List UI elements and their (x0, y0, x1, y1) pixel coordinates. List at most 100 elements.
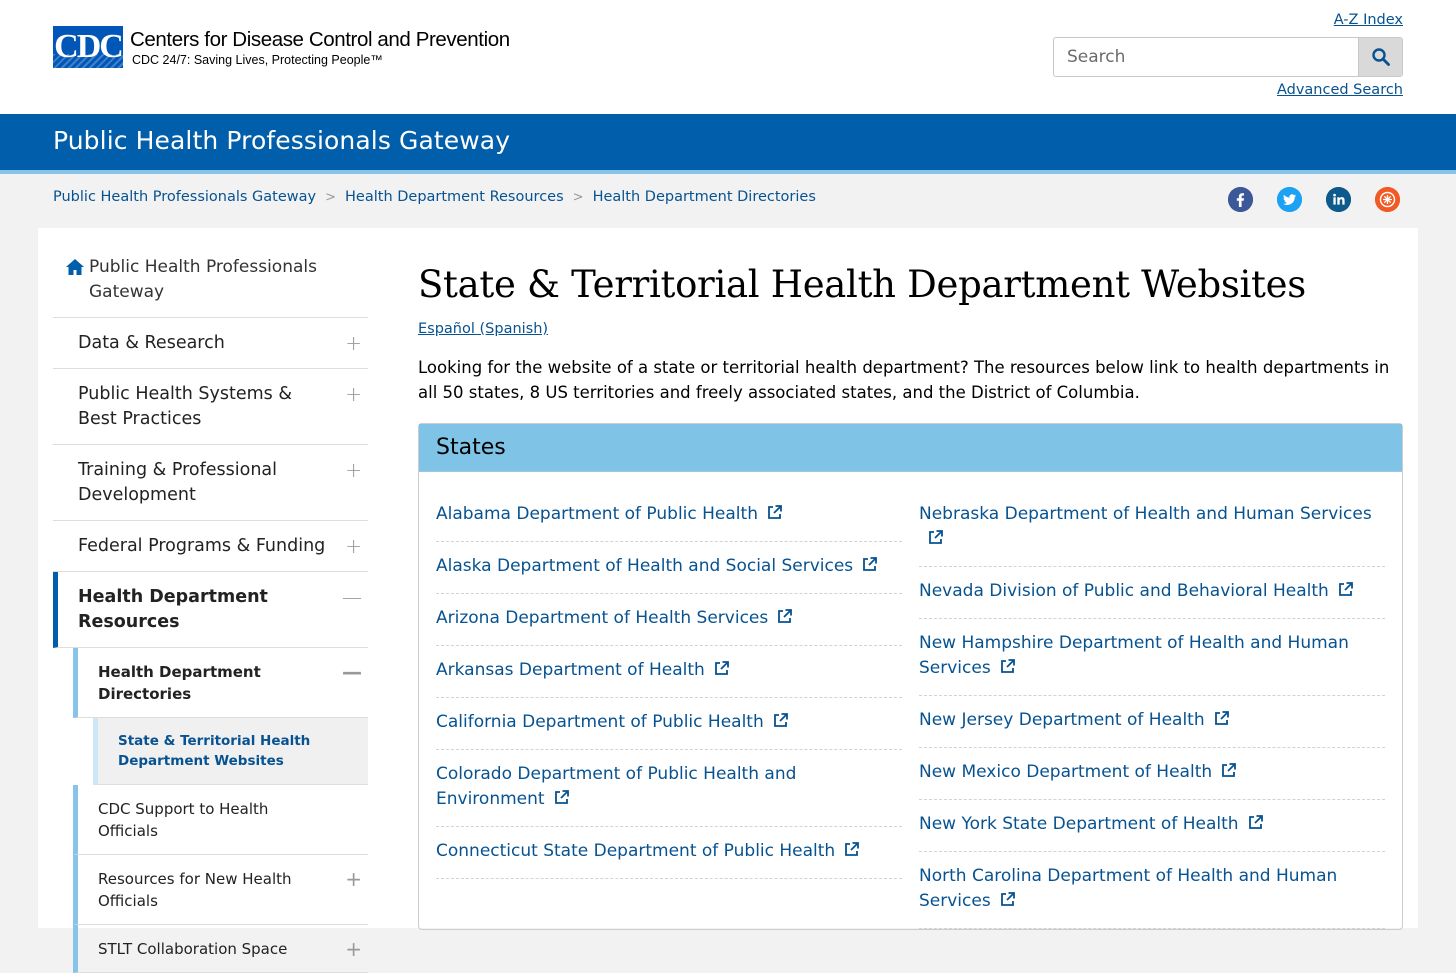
syndicate-icon[interactable] (1375, 187, 1400, 212)
sidebar-subitem-current-page[interactable]: State & Territorial Health Department We… (93, 718, 368, 785)
external-link-icon[interactable] (766, 504, 783, 529)
list-item: Connecticut State Department of Public H… (436, 827, 902, 879)
spanish-link[interactable]: Español (Spanish) (418, 321, 548, 337)
breadcrumb: Public Health Professionals Gateway > He… (53, 189, 816, 205)
health-dept-link[interactable]: New Mexico Department of Health (919, 762, 1212, 782)
left-nav: Public Health Professionals Gateway Data… (53, 248, 368, 973)
collapse-icon[interactable]: — (342, 660, 362, 685)
health-dept-link[interactable]: New Jersey Department of Health (919, 710, 1205, 730)
sidebar-item-label: Public Health Systems & Best Practices (78, 384, 292, 429)
external-link-icon[interactable] (999, 891, 1016, 916)
health-dept-link[interactable]: Nebraska Department of Health and Human … (919, 504, 1372, 524)
intro-text: Looking for the website of a state or te… (418, 358, 1390, 402)
search-input[interactable] (1054, 38, 1358, 76)
states-list-left: Alabama Department of Public Health Alask… (436, 490, 902, 929)
sidebar-item-data-research[interactable]: Data & Research + (53, 318, 368, 369)
external-link-icon[interactable] (1337, 581, 1354, 606)
external-link-icon[interactable] (776, 608, 793, 633)
health-dept-link[interactable]: Arizona Department of Health Services (436, 608, 768, 628)
logo-name: Centers for Disease Control and Preventi… (130, 28, 510, 51)
breadcrumb-separator: > (572, 189, 584, 205)
health-dept-link[interactable]: New Hampshire Department of Health and H… (919, 633, 1349, 678)
states-card: States Alabama Department of Public Heal… (418, 423, 1403, 930)
health-dept-link[interactable]: Alabama Department of Public Health (436, 504, 758, 524)
page-title: State & Territorial Health Department We… (418, 263, 1306, 306)
external-link-icon[interactable] (772, 712, 789, 737)
list-item: New York State Department of Health (919, 800, 1385, 852)
az-index-link[interactable]: A-Z Index (1334, 12, 1403, 28)
list-item: Colorado Department of Public Health and… (436, 750, 902, 827)
sidebar-item-federal-programs[interactable]: Federal Programs & Funding + (53, 521, 368, 572)
social-share (1228, 187, 1424, 212)
external-link-icon[interactable] (927, 529, 944, 554)
external-link-icon[interactable] (1213, 710, 1230, 735)
health-dept-link[interactable]: Nevada Division of Public and Behavioral… (919, 581, 1329, 601)
external-link-icon[interactable] (861, 556, 878, 581)
facebook-icon[interactable] (1228, 187, 1253, 212)
health-dept-link[interactable]: New York State Department of Health (919, 814, 1239, 834)
external-link-icon[interactable] (553, 789, 570, 814)
external-link-icon[interactable] (843, 841, 860, 866)
list-item: North Carolina Department of Health and … (919, 852, 1385, 929)
external-link-icon[interactable] (713, 660, 730, 685)
sidebar-item-label: Data & Research (78, 333, 225, 353)
expand-icon[interactable]: + (345, 867, 362, 892)
sidebar-subitem-cdc-support[interactable]: CDC Support to Health Officials (73, 785, 368, 855)
search-button[interactable] (1358, 38, 1402, 76)
sidebar-home-label: Public Health Professionals Gateway (89, 257, 317, 302)
main-content: State & Territorial Health Department We… (418, 262, 1403, 930)
expand-icon[interactable]: + (345, 534, 362, 559)
expand-icon[interactable]: + (345, 331, 362, 356)
list-item: Nevada Division of Public and Behavioral… (919, 567, 1385, 619)
site-title-band: Public Health Professionals Gateway (0, 114, 1456, 170)
external-link-icon[interactable] (999, 658, 1016, 683)
expand-icon[interactable]: + (345, 458, 362, 483)
logo-tagline: CDC 24/7: Saving Lives, Protecting Peopl… (132, 53, 383, 67)
home-icon (66, 259, 84, 275)
sidebar-item-systems-best-practices[interactable]: Public Health Systems & Best Practices + (53, 369, 368, 445)
breadcrumb-link[interactable]: Public Health Professionals Gateway (53, 189, 316, 205)
site-header: CDC Centers for Disease Control and Prev… (0, 0, 1456, 114)
cdc-logo-mark: CDC (53, 26, 123, 68)
sidebar-subitem-stlt-collaboration[interactable]: STLT Collaboration Space + (73, 925, 368, 973)
health-dept-link[interactable]: California Department of Public Health (436, 712, 764, 732)
linkedin-icon[interactable] (1326, 187, 1351, 212)
list-item: Alaska Department of Health and Social S… (436, 542, 902, 594)
external-link-icon[interactable] (1247, 814, 1264, 839)
card-title: States (419, 424, 1402, 472)
sidebar-item-label: Health Department Resources (78, 587, 268, 632)
twitter-icon[interactable] (1277, 187, 1302, 212)
list-item: Arkansas Department of Health (436, 646, 902, 698)
sidebar-subitem-new-health-officials[interactable]: Resources for New Health Officials + (73, 855, 368, 925)
health-dept-link[interactable]: North Carolina Department of Health and … (919, 866, 1337, 911)
list-item: California Department of Public Health (436, 698, 902, 750)
external-link-icon[interactable] (1220, 762, 1237, 787)
cdc-logo[interactable]: CDC Centers for Disease Control and Prev… (53, 26, 510, 68)
band-divider (0, 170, 1456, 174)
states-list-right: Nebraska Department of Health and Human … (919, 490, 1385, 929)
collapse-icon[interactable]: — (342, 585, 362, 610)
sidebar-home[interactable]: Public Health Professionals Gateway (53, 248, 368, 318)
breadcrumb-link[interactable]: Health Department Resources (345, 189, 564, 205)
list-item: Arizona Department of Health Services (436, 594, 902, 646)
breadcrumb-link[interactable]: Health Department Directories (593, 189, 816, 205)
expand-icon[interactable]: + (345, 937, 362, 962)
list-item: New Jersey Department of Health (919, 696, 1385, 748)
expand-icon[interactable]: + (345, 382, 362, 407)
health-dept-link[interactable]: Connecticut State Department of Public H… (436, 841, 835, 861)
sidebar-item-label: CDC Support to Health Officials (98, 800, 269, 840)
breadcrumb-separator: > (325, 189, 337, 205)
sidebar-subitem-directories[interactable]: Health Department Directories — (73, 648, 368, 718)
sidebar-item-health-dept-resources[interactable]: Health Department Resources — (53, 572, 368, 648)
list-item: Nebraska Department of Health and Human … (919, 490, 1385, 567)
search-box (1053, 37, 1403, 77)
health-dept-link[interactable]: Arkansas Department of Health (436, 660, 705, 680)
health-dept-link[interactable]: Alaska Department of Health and Social S… (436, 556, 853, 576)
advanced-search-link[interactable]: Advanced Search (1277, 82, 1403, 98)
list-item: New Mexico Department of Health (919, 748, 1385, 800)
sidebar-item-label: Federal Programs & Funding (78, 536, 326, 556)
sidebar-item-training[interactable]: Training & Professional Development + (53, 445, 368, 521)
list-item: New Hampshire Department of Health and H… (919, 619, 1385, 696)
health-dept-link[interactable]: Colorado Department of Public Health and… (436, 764, 796, 809)
site-title[interactable]: Public Health Professionals Gateway (53, 126, 510, 155)
